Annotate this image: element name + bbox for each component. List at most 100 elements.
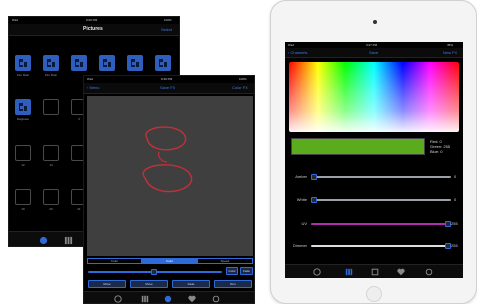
back-button-label: Menu [89,85,100,90]
segment-color[interactable]: Color [87,258,142,264]
tile-label: Fire Rain [44,73,58,77]
tile-label: 12 [21,163,25,167]
dimmer-slider-track[interactable] [311,245,451,247]
segment-speed[interactable]: Speed [197,258,253,264]
sliders-icon[interactable] [64,236,73,245]
empty-slot[interactable] [43,99,59,115]
back-button-label: Channels [290,50,308,55]
ipad-screen: iPad 3:27 PM 45% ‹ Channels Save New FX … [285,42,463,278]
dimmer-slider-row: Dimmer 255 [285,241,463,251]
home-button[interactable] [366,286,382,302]
white-label: White [296,197,307,202]
status-battery: 100% [239,77,247,81]
select-button[interactable]: Select [161,28,172,32]
effects-icon[interactable] [164,295,172,303]
amber-label: Amber [295,174,307,179]
settings-icon[interactable] [425,268,433,276]
fade-button[interactable]: Fade [240,267,253,275]
heart-icon[interactable] [188,295,196,303]
page-title: Save FX [160,85,176,90]
status-battery: 45% [447,43,454,47]
fade-button-bottom[interactable]: Fade [172,280,210,288]
picture-tile-5[interactable] [127,55,143,71]
status-time: 9:00 PM [86,18,98,22]
amber-slider-track[interactable] [311,176,451,178]
white-slider-thumb[interactable] [311,197,317,203]
settings-icon[interactable] [212,295,220,303]
color-spectrum-picker[interactable] [289,62,459,132]
empty-slot[interactable] [43,189,59,205]
picture-tile-4[interactable] [99,55,115,71]
fx-icon [131,59,139,67]
drawing-canvas[interactable] [87,96,253,256]
back-button[interactable]: ‹ Menu [87,86,99,90]
tile-label: 14 [49,163,53,167]
uv-label: UV [301,221,307,226]
empty-slot[interactable] [15,145,31,161]
picture-tile-fire-rain[interactable] [15,55,31,71]
tile-label: 20 [49,207,53,211]
amber-slider-row: Amber 0 [285,172,463,182]
sliders-icon[interactable] [345,268,353,276]
palette-icon[interactable] [39,236,48,245]
selected-color-swatch [291,138,425,155]
effects-icon[interactable] [371,268,379,276]
status-bar: iPad 9:49 PM 100% [84,76,254,83]
back-button[interactable]: ‹ Channels [288,51,307,55]
fx-icon [47,59,55,67]
status-carrier: iPad [288,43,295,47]
fx-icon [103,59,111,67]
segment-color-selected[interactable]: Color [142,258,197,264]
uv-slider-row: UV 255 [285,219,463,229]
nav-bar: ‹ Channels Save New FX [285,48,463,58]
dimmer-label: Dimmer [293,243,307,248]
move-button[interactable]: Move [88,280,126,288]
page-title: Save [369,50,379,55]
page-title: Pictures [83,26,103,32]
status-time: 3:27 PM [366,43,378,47]
fx-icon [159,59,167,67]
white-slider-track[interactable] [311,199,451,201]
amber-slider-thumb[interactable] [311,174,317,180]
tile-label: Ragtrace [16,117,30,121]
fx-tablet: iPad 9:49 PM 100% ‹ Menu Save FX Color F… [83,75,255,304]
status-bar: iPad 9:00 PM 100% [9,17,179,24]
tile-label: 19 [21,207,25,211]
path-drawing [142,126,193,193]
tile-label: Fire Rain [16,73,30,77]
uv-slider-track[interactable] [311,223,451,225]
sliders-icon[interactable] [141,295,149,303]
picture-tile-3[interactable] [71,55,87,71]
nav-bar: Pictures Select [9,24,179,36]
fx-icon [19,103,27,111]
fx-icon [75,59,83,67]
fx-icon [19,59,27,67]
empty-slot[interactable] [15,189,31,205]
tab-bar [84,291,254,303]
picture-tile-fire-rain-2[interactable] [43,55,59,71]
amber-value: 0 [454,174,457,179]
empty-slot[interactable] [43,145,59,161]
tab-bar [285,264,463,278]
color-button[interactable]: Color [226,267,238,275]
speed-slider-thumb[interactable] [151,269,157,275]
new-fx-button[interactable]: New FX [443,51,457,55]
palette-icon[interactable] [114,295,122,303]
white-value: 0 [454,197,457,202]
dimmer-value: 255 [451,243,458,248]
nav-bar: ‹ Menu Save FX Color FX [84,83,254,94]
move-button-2[interactable]: Move [130,280,168,288]
uv-value: 255 [451,221,458,226]
color-fx-button[interactable]: Color FX [232,86,248,90]
status-carrier: iPad [12,18,19,22]
picture-tile-6[interactable] [155,55,171,71]
heart-icon[interactable] [397,268,405,276]
status-battery: 100% [164,18,172,22]
white-slider-row: White 0 [285,195,463,205]
status-time: 9:49 PM [161,77,173,81]
run-button[interactable]: Run [214,280,252,288]
palette-icon[interactable] [313,268,321,276]
picture-tile-ragtrace[interactable] [15,99,31,115]
rgb-blue-readout: Blue: 0 [430,149,443,154]
camera-dot [373,20,377,24]
